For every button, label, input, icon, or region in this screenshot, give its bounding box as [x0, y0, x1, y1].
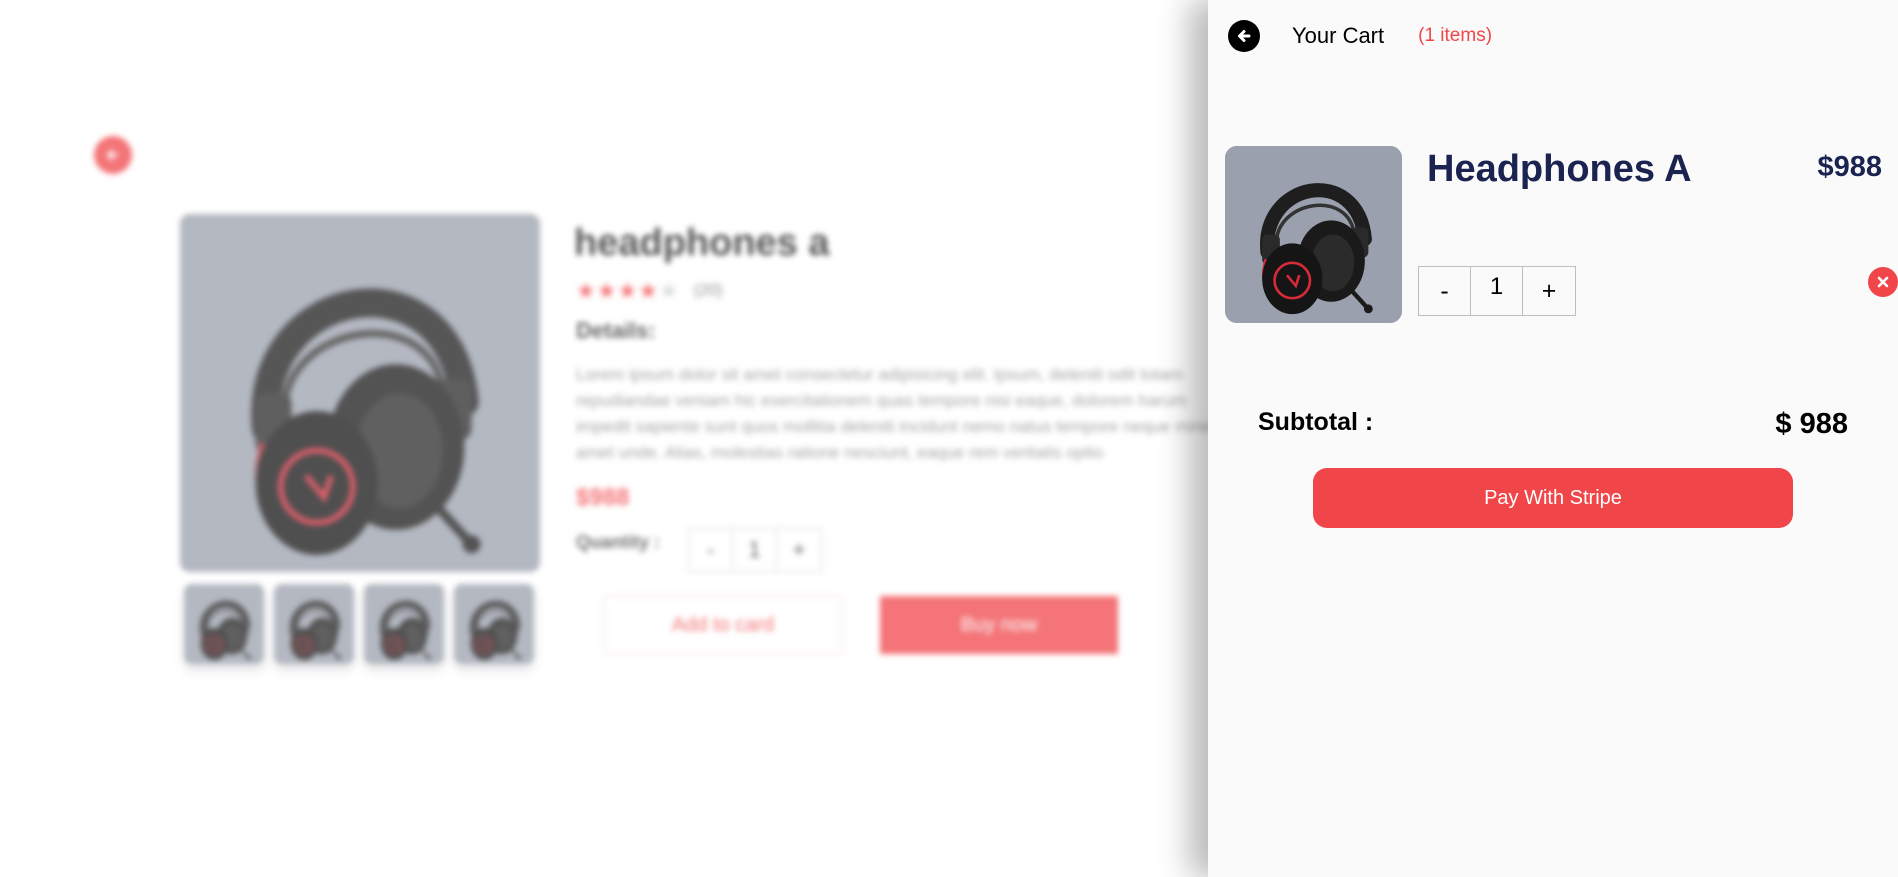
- cart-quantity-stepper: - 1 +: [1418, 266, 1576, 316]
- page: headphones a ★★★★★ (20) Details: Lorem i…: [0, 0, 1898, 877]
- cart-item-price: $988: [1817, 151, 1882, 183]
- increment-button[interactable]: +: [1523, 267, 1575, 315]
- subtotal-value: $ 988: [1775, 408, 1848, 440]
- cart-item-image: [1225, 146, 1402, 323]
- pay-with-stripe-button[interactable]: Pay With Stripe: [1313, 468, 1793, 528]
- subtotal-label: Subtotal :: [1258, 408, 1374, 436]
- cart-drawer: Your Cart (1 items) Headphones A $988 - …: [1208, 0, 1898, 877]
- remove-item-button[interactable]: [1868, 267, 1898, 297]
- cart-header: Your Cart (1 items): [1228, 18, 1492, 54]
- cart-item-name: Headphones A: [1427, 148, 1692, 190]
- cart-item-count: (1 items): [1418, 25, 1493, 46]
- quantity-value: 1: [1471, 267, 1523, 315]
- arrow-left-icon: [1238, 30, 1251, 42]
- close-icon: [1877, 276, 1889, 288]
- decrement-button[interactable]: -: [1419, 267, 1471, 315]
- cart-close-button[interactable]: [1228, 20, 1260, 52]
- cart-title: Your Cart: [1292, 23, 1385, 48]
